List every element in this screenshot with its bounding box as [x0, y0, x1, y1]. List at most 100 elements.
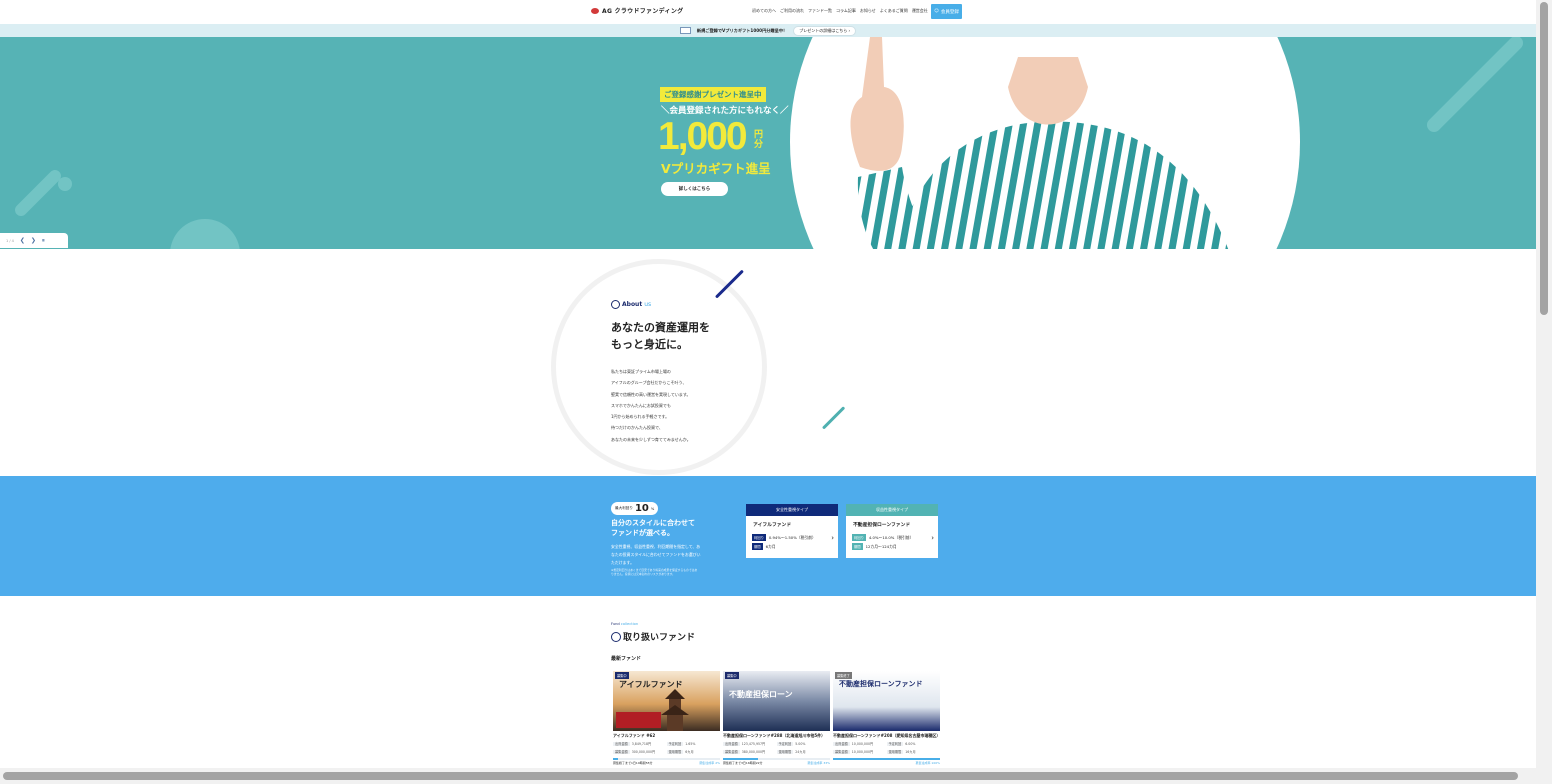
chevron-right-icon: › [931, 534, 934, 542]
fund-meta: 募集終了まで1日19時間55分 募集達成率 2% [613, 761, 720, 765]
nav-item-flow[interactable]: ご利用の流れ [780, 8, 804, 14]
max-yield-suffix: % [650, 506, 655, 511]
card-term-label: 期間 [752, 543, 763, 550]
funds-eyebrow-accent: collection [620, 622, 639, 626]
hero-amount: 1,000 [658, 115, 748, 158]
fund-stats: 出資金額 123,475,957円 予定利回 5.00% 募集金額 380,000,0… [723, 741, 830, 754]
horizontal-scrollbar[interactable] [0, 768, 1536, 784]
fund-rate: 募集達成率 2% [699, 761, 720, 765]
fund-name: アイフルファンド #62 [613, 733, 656, 738]
features-title-line1: 自分のスタイルに合わせて [611, 519, 695, 527]
promo-text: 新規ご登録でVプリカギフト1000円分贈呈中！ [696, 27, 788, 33]
fund-stat: 出資金額 10,000,000円 [833, 742, 874, 746]
fund-meta: 募集終了まで3日16時間22分 募集達成率 33% [723, 761, 830, 765]
signup-label: 会員登録 [940, 9, 959, 15]
fund-image: 募集中 不動産担保ローン [723, 671, 830, 731]
slider-pause-icon[interactable]: ⏸ [42, 237, 45, 245]
card-rate-value: 4.0%〜10.0%（税引前） [868, 534, 914, 540]
fund-rate: 募集達成率 100% [915, 761, 940, 765]
fund-stat: 募集金額 300,000,000円 [613, 750, 656, 754]
horizontal-scrollbar-thumb[interactable] [3, 772, 1518, 780]
fund-type-card-safety[interactable]: 安全性重視タイプ アイフルファンド 利回り 0.94%〜1.50%（税引前） 期… [746, 504, 838, 558]
features-title: 自分のスタイルに合わせて ファンドが選べる。 [611, 518, 695, 538]
decorative-dot [58, 177, 72, 191]
about-body: 私たちは東証プライム市場上場の アイフルのグループ会社だからこそ叶う、 堅実で信… [611, 366, 691, 445]
fund-stat: 募集金額 10,000,000円 [833, 750, 874, 754]
card-term-value: 6カ月 [765, 543, 776, 549]
slider-counter: 1 / 4 [6, 238, 14, 243]
decorative-stripe [1424, 37, 1526, 135]
card-rate-label: 利回り [852, 534, 866, 541]
about-title: あなたの資産運用を もっと身近に。 [611, 319, 751, 353]
site-header: AG クラウドファンディング 初めての方へ ご利用の流れ ファンド一覧 コラム記… [0, 0, 1536, 24]
fund-stat: 募集金額 380,000,000円 [723, 750, 766, 754]
features-note: ※想定利回りはあくまで目安であり将来の成果を保証するものではありません。投資には… [611, 568, 698, 576]
card-rate-row: 利回り 0.94%〜1.50%（税引前） [752, 534, 816, 541]
fund-card[interactable]: 募集中 不動産担保ローン 不動産担保ローンファンド#288（北海道旭川市他5件）… [723, 671, 830, 765]
logo-text: AG クラウドファンディング [602, 8, 684, 15]
hero-amount-unit: 円 分 [754, 130, 763, 150]
latest-funds-heading: 最新ファンド [611, 656, 642, 662]
pagoda-illustration-icon [616, 689, 689, 731]
nav-item-news[interactable]: お知らせ [860, 8, 876, 14]
fund-progress-fill [723, 758, 759, 760]
nav-item-columns[interactable]: コラム記事 [836, 8, 856, 14]
slider-next-icon[interactable]: ❯ [31, 237, 36, 244]
decorative-circle [170, 219, 240, 249]
card-type-header: 安全性重視タイプ [746, 504, 838, 516]
card-rate-label: 利回り [752, 534, 766, 541]
nav-item-faq[interactable]: よくあるご質問 [880, 8, 908, 14]
about-label-text: About [622, 301, 643, 308]
fund-stat: 運用期間 16カ月 [886, 750, 916, 754]
about-title-line2: もっと身近に。 [611, 338, 688, 351]
funds-title-text: 取り扱いファンド [623, 633, 696, 643]
funds-title: 取り扱いファンド [611, 630, 695, 643]
fund-type-card-profit[interactable]: 収益性重視タイプ 不動産担保ローンファンド 利回り 4.0%〜10.0%（税引前… [846, 504, 938, 558]
about-label-accent: us [644, 301, 652, 308]
fund-stat: 出資金額 3,849,718円 [613, 742, 652, 746]
user-icon: ☺ [934, 9, 939, 14]
nav-item-company[interactable]: 運営会社 [912, 8, 928, 14]
fund-progress-fill [833, 758, 940, 760]
card-term-row: 期間 6カ月 [752, 543, 776, 550]
max-yield-badge: 最大利回り 10 % [611, 502, 659, 515]
fund-name: 不動産担保ローンファンド#208（愛知県名古屋市瑞穂区） [833, 733, 941, 738]
hero-banner: ご登録感謝プレゼント進呈中 ＼会員登録された方にもれなく／ 1,000 円 分 … [0, 37, 1536, 249]
fund-card[interactable]: 募集中 アイフルファンド アイフルファンド #62 出資金額 3,849,718円… [613, 671, 720, 765]
about-logo-icon [611, 300, 620, 309]
slider-prev-icon[interactable]: ❮ [20, 237, 25, 244]
nav-item-funds[interactable]: ファンド一覧 [808, 8, 832, 14]
fund-image-title: 不動産担保ローンファンド [839, 680, 923, 688]
page: AG クラウドファンディング 初めての方へ ご利用の流れ ファンド一覧 コラム記… [0, 0, 1536, 784]
fund-stat: 予定利回 1.65% [666, 742, 696, 746]
vertical-scrollbar-thumb[interactable] [1540, 2, 1548, 315]
promo-bar: 新規ご登録でVプリカギフト1000円分贈呈中！ プレゼントの詳細はこちら › [0, 24, 1536, 37]
fund-meta: 募集達成率 100% [833, 761, 940, 765]
nav-item-beginners[interactable]: 初めての方へ [752, 8, 776, 14]
fund-rate: 募集達成率 33% [807, 761, 830, 765]
fund-stat: 出資金額 123,475,957円 [723, 742, 766, 746]
site-logo[interactable]: AG クラウドファンディング [591, 6, 683, 15]
hero-details-button[interactable]: 詳しくはこちら [661, 182, 728, 196]
fund-progress-bar [833, 758, 940, 760]
card-rate-value: 0.94%〜1.50%（税引前） [768, 534, 816, 540]
card-rate-row: 利回り 4.0%〜10.0%（税引前） [852, 534, 913, 541]
fund-status-tag: 募集終了 [835, 672, 852, 679]
about-label: About us [611, 300, 651, 309]
fund-status-tag: 募集中 [725, 672, 739, 679]
decorative-slash [821, 406, 846, 430]
about-section: About us あなたの資産運用を もっと身近に。 私たちは東証プライム市場上… [0, 249, 1536, 476]
about-body-line: アイフルのグループ会社だからこそ叶う、 [611, 380, 687, 386]
fund-card[interactable]: 募集終了 不動産担保ローンファンド 不動産担保ローンファンド#208（愛知県名古… [833, 671, 940, 765]
vertical-scrollbar[interactable] [1536, 0, 1552, 784]
about-title-line1: あなたの資産運用を [611, 321, 710, 334]
hero-badge: ご登録感謝プレゼント進呈中 [660, 87, 766, 102]
hero-woman-image [850, 37, 1229, 249]
signup-button[interactable]: ☺ 会員登録 [931, 4, 962, 19]
promo-details-link[interactable]: プレゼントの詳細はこちら › [793, 25, 857, 36]
about-body-line: 1円から始められる手軽さです。 [611, 414, 670, 420]
chevron-right-icon: › [831, 534, 834, 542]
fund-stats: 出資金額 10,000,000円 予定利回 6.00% 募集金額 10,000,000… [833, 741, 940, 754]
fund-countdown: 募集終了まで1日19時間55分 [613, 761, 653, 765]
max-yield-prefix: 最大利回り [615, 506, 633, 510]
